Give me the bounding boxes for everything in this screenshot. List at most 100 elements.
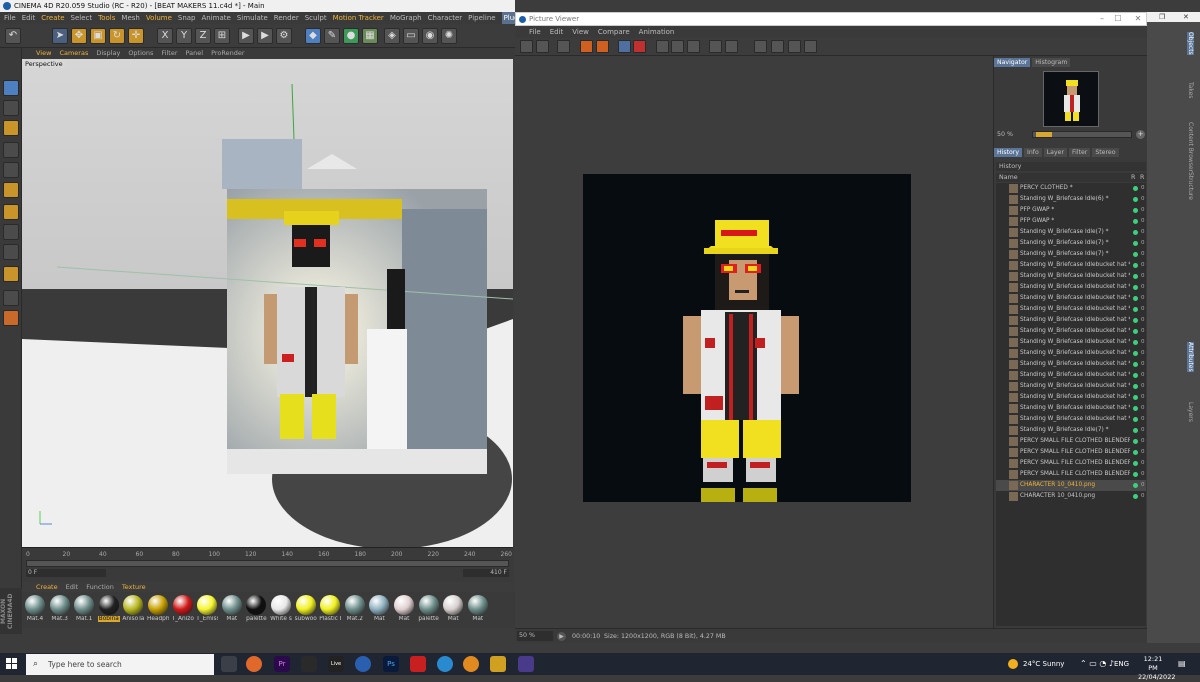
status-dot-icon[interactable] <box>1133 285 1138 290</box>
history-row[interactable]: Standing W_Briefcase Idle(7) * 0 <box>996 249 1146 260</box>
history-row[interactable]: Standing W_Briefcase Idle(7) * 0 <box>996 425 1146 436</box>
history-row[interactable]: CHARACTER 10_0410.png 0 <box>996 480 1146 491</box>
status-dot-icon[interactable] <box>1133 252 1138 257</box>
material-swatch[interactable]: Mat.1 <box>73 595 95 627</box>
lut-icon[interactable] <box>709 40 723 53</box>
status-zoom[interactable]: 50 % <box>517 631 553 641</box>
history-row[interactable]: Standing W_Briefcase Idlebucket hat * 0 <box>996 392 1146 403</box>
ableton-live-icon[interactable]: Live <box>328 656 344 672</box>
tab-stereo[interactable]: Stereo <box>1092 148 1119 157</box>
panel-tab-objects[interactable]: Objects <box>1187 32 1194 55</box>
history-row[interactable]: Standing W_Briefcase Idlebucket hat * 0 <box>996 260 1146 271</box>
status-dot-icon[interactable] <box>1133 318 1138 323</box>
status-dot-icon[interactable] <box>1133 461 1138 466</box>
grid-icon[interactable] <box>3 290 19 306</box>
navigator-zoom-value[interactable]: 50 % <box>997 131 1013 138</box>
material-swatch[interactable]: Mat <box>442 595 464 627</box>
tab-layer[interactable]: Layer <box>1043 148 1067 157</box>
status-dot-icon[interactable] <box>1133 450 1138 455</box>
status-dot-icon[interactable] <box>1133 428 1138 433</box>
deformer-icon[interactable]: ◈ <box>384 28 400 44</box>
channel-icon[interactable] <box>655 40 669 53</box>
floor-icon[interactable]: ▭ <box>403 28 419 44</box>
material-swatch[interactable]: Headph <box>147 595 169 627</box>
c4d-close-icon[interactable]: ✕ <box>1183 12 1189 22</box>
viewport-menu-panel[interactable]: Panel <box>186 48 204 59</box>
filter-icon[interactable] <box>725 40 738 53</box>
acrobat-icon[interactable] <box>410 656 426 672</box>
copy-icon[interactable] <box>617 40 631 53</box>
orange-b-icon[interactable] <box>595 40 609 53</box>
history-row[interactable]: Standing W_Briefcase Idlebucket hat * 0 <box>996 282 1146 293</box>
camera-icon[interactable]: ◉ <box>422 28 438 44</box>
weather-text[interactable]: 24°C Sunny <box>1023 653 1064 675</box>
menu-motion-tracker[interactable]: Motion Tracker <box>333 12 384 24</box>
compare-icon[interactable] <box>687 40 701 53</box>
material-menu-edit[interactable]: Edit <box>66 582 79 592</box>
viewport-menu-display[interactable]: Display <box>96 48 120 59</box>
taskbar-search-box[interactable]: ⌕ Type here to search <box>26 654 214 675</box>
language-indicator[interactable]: ENG <box>1114 653 1129 675</box>
lock-workplane-icon[interactable] <box>3 266 19 282</box>
status-dot-icon[interactable] <box>1133 373 1138 378</box>
menu-snap[interactable]: Snap <box>178 12 196 24</box>
status-dot-icon[interactable] <box>1133 186 1138 191</box>
polygons-mode-icon[interactable] <box>3 182 19 198</box>
status-dot-icon[interactable] <box>1133 362 1138 367</box>
menu-volume[interactable]: Volume <box>146 12 172 24</box>
material-swatch[interactable]: Mat <box>467 595 489 627</box>
history-row[interactable]: Standing W_Briefcase Idlebucket hat * 0 <box>996 326 1146 337</box>
status-dot-icon[interactable] <box>1133 208 1138 213</box>
tab-histogram[interactable]: Histogram <box>1032 58 1071 67</box>
status-dot-icon[interactable] <box>1133 384 1138 389</box>
panel-tab-attributes[interactable]: Attributes <box>1187 342 1194 372</box>
tab-navigator[interactable]: Navigator <box>994 58 1031 67</box>
panel-tab-layers[interactable]: Layers <box>1187 402 1194 422</box>
premiere-icon[interactable]: Pr <box>274 656 290 672</box>
menu-animate[interactable]: Animate <box>202 12 231 24</box>
material-swatch[interactable]: Mat.4 <box>24 595 46 627</box>
material-swatch[interactable]: AnisoTa <box>122 595 144 627</box>
status-dot-icon[interactable] <box>1133 340 1138 345</box>
status-dot-icon[interactable] <box>1133 351 1138 356</box>
material-menu-texture[interactable]: Texture <box>122 582 146 592</box>
material-swatch[interactable]: Mat <box>393 595 415 627</box>
status-dot-icon[interactable] <box>1133 296 1138 301</box>
history-row[interactable]: Standing W_Briefcase Idlebucket hat * 0 <box>996 315 1146 326</box>
sculpt-icon[interactable] <box>3 310 19 326</box>
pv-menu-view[interactable]: View <box>572 26 589 38</box>
panel-tab-takes[interactable]: Takes <box>1187 82 1194 98</box>
history-row[interactable]: Standing W_Briefcase Idlebucket hat * 0 <box>996 414 1146 425</box>
texture-mode-icon[interactable] <box>3 100 19 116</box>
tab-history[interactable]: History <box>994 148 1023 157</box>
menu-create[interactable]: Create <box>41 12 64 24</box>
material-swatch[interactable]: T_Anizo <box>172 595 194 627</box>
transform-icon[interactable]: ✛ <box>128 28 144 44</box>
material-swatch[interactable]: T_Emiss <box>196 595 218 627</box>
tweak-icon[interactable] <box>3 224 19 240</box>
z-axis-icon[interactable]: Z <box>195 28 211 44</box>
timeline-ruler[interactable]: 0 20 40 60 80 100 120 140 160 180 200 220 240 260 <box>26 551 513 559</box>
status-dot-icon[interactable] <box>1133 483 1138 488</box>
timeline-scrubber[interactable] <box>26 560 509 567</box>
menu-simulate[interactable]: Simulate <box>237 12 268 24</box>
snap-icon[interactable] <box>3 244 19 260</box>
save-icon[interactable] <box>536 40 549 53</box>
history-row[interactable]: CHARACTER 10_0410.png 0 <box>996 491 1146 502</box>
maximize-icon[interactable]: ☐ <box>1110 13 1126 25</box>
menu-tools[interactable]: Tools <box>98 12 115 24</box>
rotate-icon[interactable]: ↻ <box>109 28 125 44</box>
zoom-icon[interactable] <box>803 40 817 53</box>
panel-tab-content-browser[interactable]: Content Browser <box>1187 122 1194 172</box>
navigator-zoom-thumb[interactable] <box>1036 132 1052 137</box>
material-swatch[interactable]: subwoo <box>295 595 317 627</box>
cloner-icon[interactable]: ▦ <box>362 28 378 44</box>
panel-tab-structure[interactable]: Structure <box>1187 172 1194 200</box>
rendered-image[interactable] <box>583 174 911 502</box>
material-swatch[interactable]: Mat.3 <box>49 595 71 627</box>
status-dot-icon[interactable] <box>1133 417 1138 422</box>
menu-edit[interactable]: Edit <box>22 12 36 24</box>
photoshop-icon[interactable]: Ps <box>383 656 399 672</box>
menu-plugins[interactable]: Plugins <box>501 12 515 24</box>
material-swatch[interactable]: Plastic B <box>319 595 341 627</box>
